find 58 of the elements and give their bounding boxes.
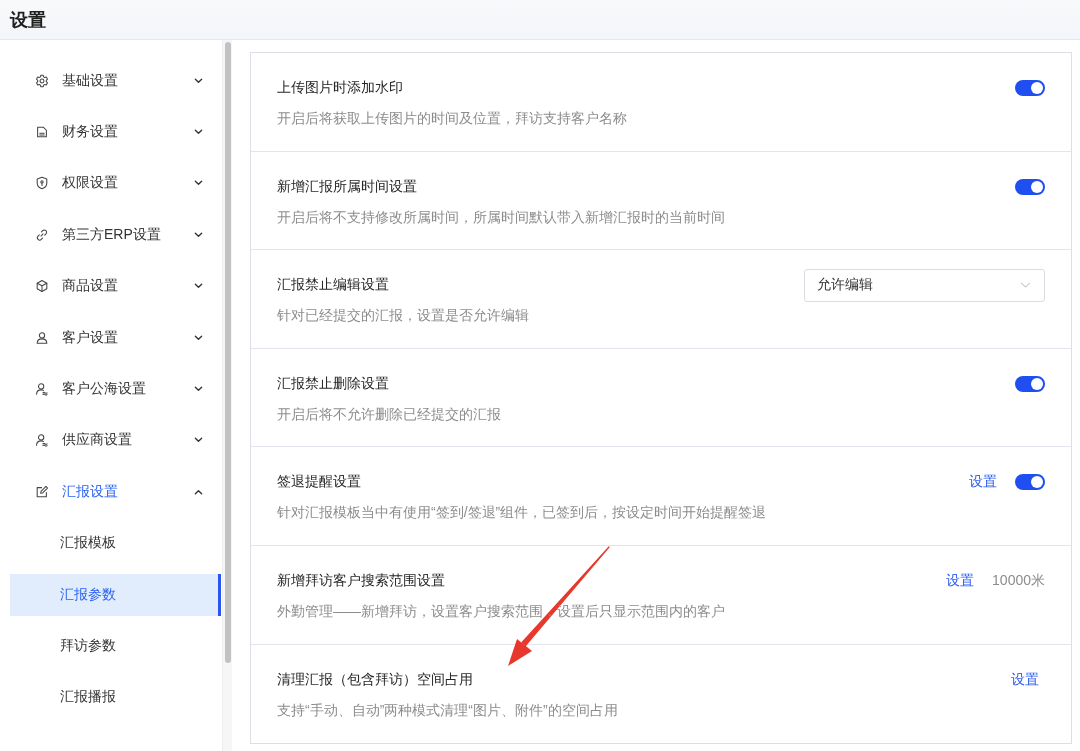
setting-title: 上传图片时添加水印 (277, 78, 404, 96)
submenu-item[interactable]: 汇报播报 (10, 676, 221, 719)
setting-description: 针对汇报模板当中有使用“签到/签退”组件，已签到后，按设定时间开始提醒签退 (277, 503, 768, 522)
shield-icon (35, 176, 49, 191)
document-icon (35, 125, 49, 140)
chevron-down-icon (194, 283, 203, 290)
chevron-down-icon (194, 437, 203, 444)
chevron-down-icon (194, 334, 203, 341)
toggle-switch[interactable] (1015, 375, 1045, 392)
setting-description: 开启后将获取上传图片的时间及位置，拜访支持客户名称 (277, 109, 628, 127)
chevron-down-icon (194, 386, 203, 393)
submenu-item[interactable]: 汇报模板 (10, 522, 221, 565)
chevron-down-icon (1020, 282, 1031, 289)
nav-item[interactable]: 第三方ERP设置 (35, 219, 203, 250)
person-icon (35, 330, 49, 345)
setting-description: 开启后将不支持修改所属时间，所属时间默认带入新增汇报时的当前时间 (277, 207, 726, 226)
settings-link[interactable]: 设置 (946, 571, 975, 590)
chevron-down-icon (194, 180, 203, 187)
nav-item[interactable]: 权限设置 (35, 168, 203, 199)
setting-title: 新增拜访客户搜索范围设置 (277, 570, 446, 589)
chevron-up-icon (194, 488, 203, 495)
cube-icon (35, 279, 49, 294)
chevron-down-icon (194, 231, 203, 238)
nav-item[interactable]: 汇报设置 (35, 476, 203, 507)
setting-title: 新增汇报所属时间设置 (277, 176, 418, 195)
edit-icon (35, 484, 49, 499)
setting-title: 汇报禁止删除设置 (277, 373, 390, 392)
toggle-switch[interactable] (1015, 474, 1045, 491)
setting-description: 外勤管理——新增拜访，设置客户搜索范围，设置后只显示范围内的客户 (277, 601, 726, 620)
nav-item[interactable]: 客户公海设置 (35, 374, 203, 405)
range-value: 10000米 (992, 571, 1045, 590)
gear-icon (35, 73, 49, 88)
submenu-item[interactable]: 拜访参数 (10, 625, 221, 667)
settings-link[interactable]: 设置 (1011, 670, 1039, 689)
link-icon (35, 227, 49, 242)
nav-item[interactable]: 基础设置 (35, 65, 203, 96)
nav-item[interactable]: 客户设置 (35, 322, 203, 353)
chevron-down-icon (194, 129, 203, 136)
setting-title: 清理汇报（包含拜访）空间占用 (277, 669, 474, 688)
nav-item[interactable]: 财务设置 (35, 117, 203, 148)
nav-item[interactable]: 商品设置 (35, 271, 203, 302)
person-wave-icon (35, 382, 49, 397)
person-wave-icon (35, 433, 49, 448)
toggle-switch[interactable] (1015, 80, 1045, 96)
page-title: 设置 (10, 8, 46, 32)
settings-link[interactable]: 设置 (969, 473, 997, 492)
setting-title: 签退提醒设置 (277, 472, 362, 491)
select-field[interactable]: 允许编辑 (804, 268, 1045, 302)
toggle-switch[interactable] (1015, 178, 1045, 195)
submenu-item[interactable]: 汇报参数 (10, 573, 221, 616)
setting-title: 汇报禁止编辑设置 (277, 275, 390, 294)
scrollbar-thumb[interactable] (224, 42, 231, 663)
scrollbar-track[interactable] (222, 40, 232, 751)
setting-description: 支持“手动、自动”两种模式清理“图片、附件”的空间占用 (277, 700, 619, 719)
nav-item[interactable]: 供应商设置 (35, 425, 203, 456)
chevron-down-icon (194, 77, 203, 84)
setting-description: 开启后将不允许删除已经提交的汇报 (277, 404, 502, 423)
setting-description: 针对已经提交的汇报，设置是否允许编辑 (277, 306, 530, 325)
